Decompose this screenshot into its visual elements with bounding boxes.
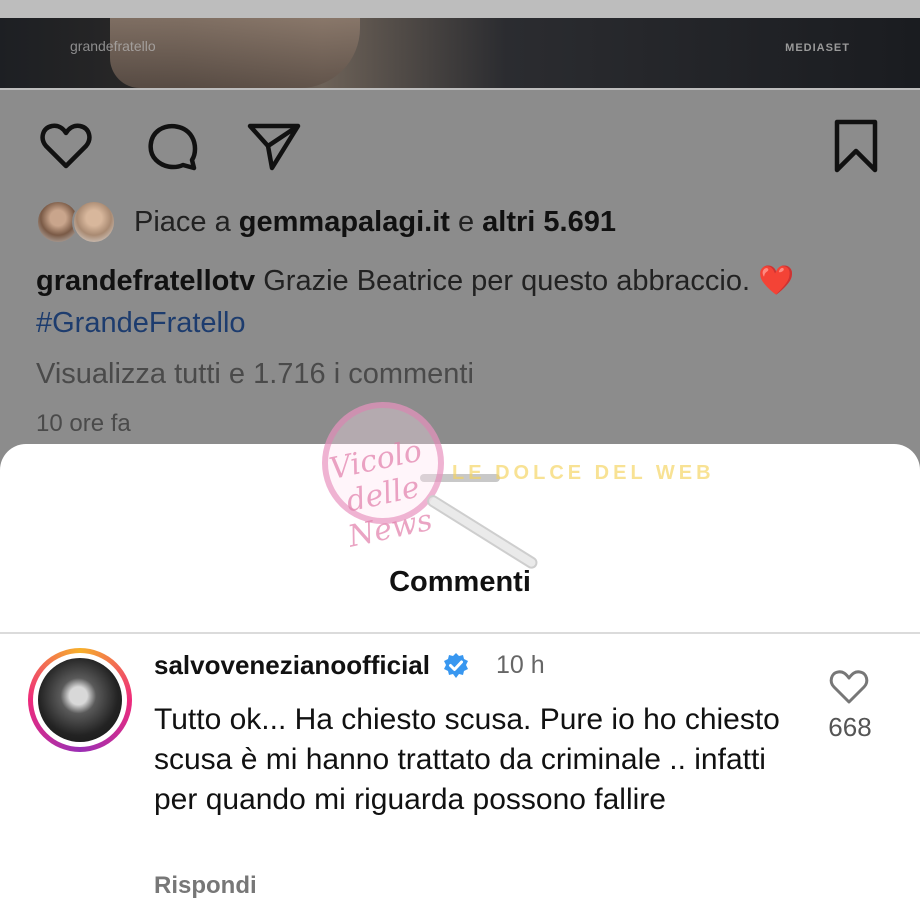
likes-user-link[interactable]: gemmapalagi.it	[239, 206, 450, 239]
caption-username[interactable]: grandefratellotv	[36, 265, 255, 297]
caption-text: Grazie Beatrice per questo abbraccio.	[255, 265, 759, 297]
sheet-title: Commenti	[389, 566, 531, 598]
bookmark-icon	[834, 119, 878, 173]
verified-badge-icon	[443, 652, 468, 678]
liker-avatars	[36, 200, 120, 244]
comment-text: Tutto ok... Ha chiesto scusa. Pure io ho…	[154, 703, 780, 816]
share-button[interactable]	[246, 118, 302, 174]
likes-prefix: Piace a	[134, 205, 239, 238]
divider	[0, 632, 920, 634]
caption-hashtag[interactable]: #GrandeFratello	[36, 307, 246, 339]
comment-time: 10 h	[495, 651, 545, 679]
post-media-strip: grandefratello MEDIASET	[0, 0, 920, 90]
heart-icon	[40, 123, 92, 169]
comment-username[interactable]: salvovenezianoofficial	[154, 650, 430, 681]
comment-button[interactable]	[144, 118, 200, 174]
likes-summary[interactable]: Piace a gemmapalagi.it e altri 5.691	[36, 200, 616, 244]
post-details: Piace a gemmapalagi.it e altri 5.691 gra…	[0, 90, 920, 450]
share-icon	[247, 123, 301, 171]
likes-middle: e	[449, 205, 483, 238]
post-caption: grandefratellotv Grazie Beatrice per que…	[36, 260, 896, 344]
likes-count-link[interactable]: altri 5.691	[482, 206, 616, 239]
comment-avatar-story-ring[interactable]	[28, 648, 132, 752]
post-actions-bar	[0, 118, 920, 174]
heart-emoji: ❤️	[758, 265, 795, 297]
save-button[interactable]	[828, 118, 884, 174]
post-timestamp: 10 ore fa	[36, 410, 131, 437]
comment-header: salvovenezianoofficial 10 h	[154, 650, 545, 681]
post-image[interactable]: grandefratello MEDIASET	[0, 18, 920, 88]
broadcaster-logo: MEDIASET	[785, 42, 850, 54]
like-button[interactable]	[38, 118, 94, 174]
image-watermark: grandefratello	[70, 38, 156, 54]
avatar-border	[33, 653, 127, 747]
comment-like-heart-icon[interactable]	[828, 666, 870, 706]
comment-like-count: 668	[828, 712, 872, 742]
watermark-secondary-logo: LE DOLCE DEL WEB	[452, 462, 715, 484]
comment-icon	[148, 123, 198, 171]
avatar	[38, 658, 122, 742]
reply-button[interactable]: Rispondi	[154, 872, 257, 900]
view-all-comments-link[interactable]: Visualizza tutti e 1.716 i commenti	[36, 358, 474, 391]
avatar	[72, 200, 116, 244]
